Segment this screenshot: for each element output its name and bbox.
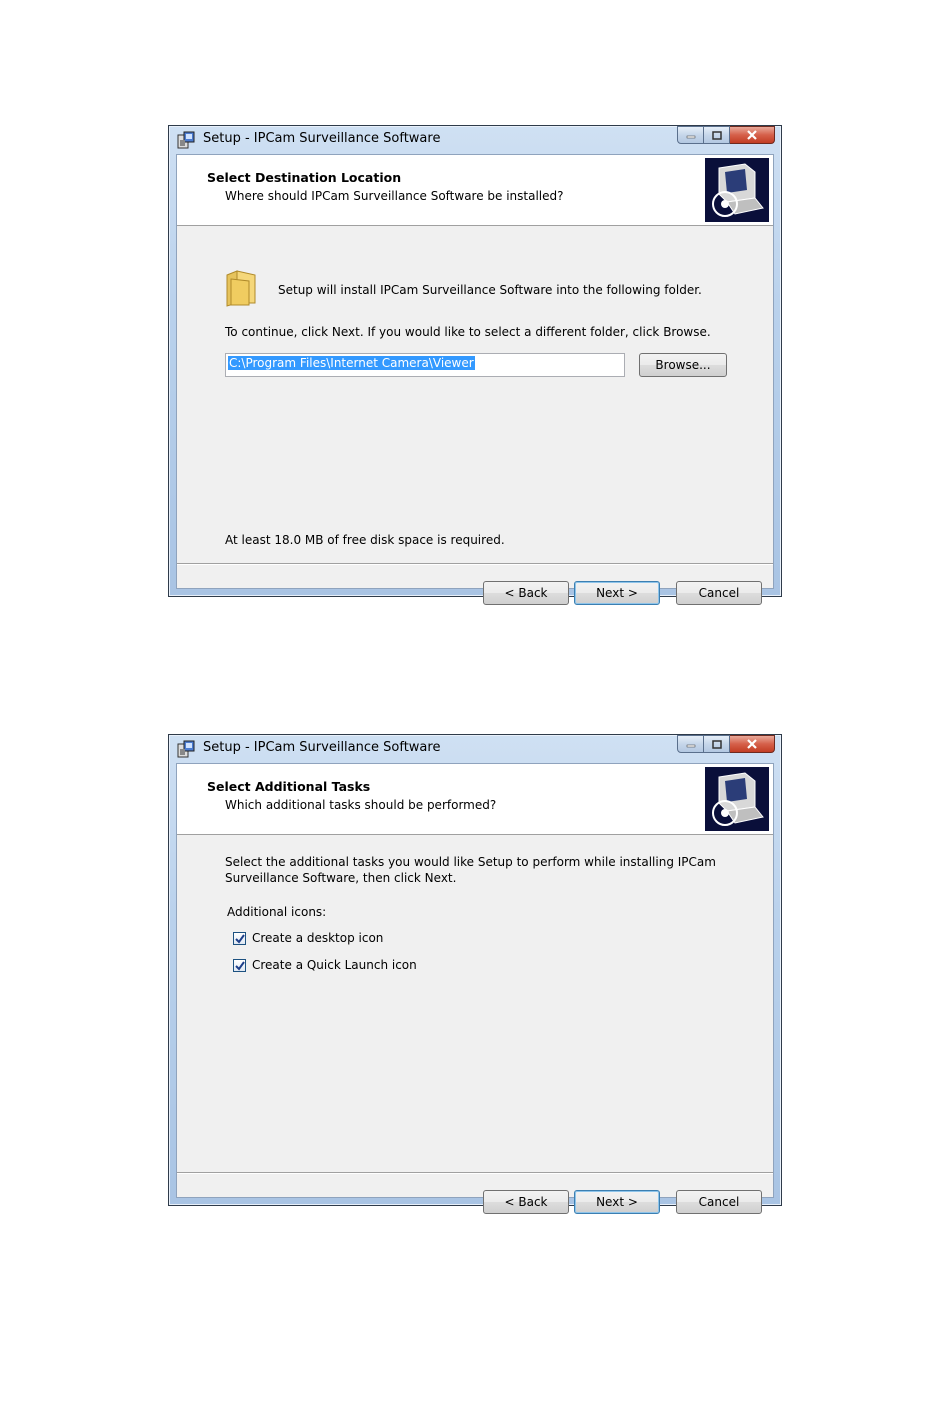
- minimize-button[interactable]: [677, 126, 704, 144]
- back-button[interactable]: < Back: [483, 581, 569, 605]
- quick-launch-icon-label[interactable]: Create a Quick Launch icon: [252, 958, 417, 972]
- maximize-button[interactable]: [704, 126, 730, 144]
- close-button[interactable]: [730, 735, 775, 753]
- dialog-body: Select Additional Tasks Which additional…: [176, 763, 774, 1214]
- next-button[interactable]: Next >: [574, 581, 660, 605]
- wizard-header: Select Additional Tasks Which additional…: [177, 764, 773, 835]
- window-title: Setup - IPCam Surveillance Software: [203, 740, 441, 755]
- folder-icon: [226, 270, 256, 307]
- page-title: Select Additional Tasks: [207, 779, 371, 794]
- cancel-button[interactable]: Cancel: [676, 1190, 762, 1214]
- browse-button[interactable]: Browse...: [639, 353, 727, 377]
- additional-icons-heading: Additional icons:: [227, 905, 327, 919]
- caption-buttons: [677, 126, 775, 145]
- installer-icon: [177, 740, 195, 758]
- minimize-button[interactable]: [677, 735, 704, 753]
- maximize-icon: [711, 739, 722, 749]
- minimize-icon: [686, 744, 695, 748]
- computer-disc-icon: [705, 767, 769, 831]
- page-subtitle: Where should IPCam Surveillance Software…: [225, 189, 564, 203]
- setup-window-destination: Setup - IPCam Surveillance Software Sele…: [168, 125, 782, 605]
- back-button[interactable]: < Back: [483, 1190, 569, 1214]
- close-icon: [747, 130, 757, 140]
- window-title: Setup - IPCam Surveillance Software: [203, 131, 441, 146]
- cancel-button[interactable]: Cancel: [676, 581, 762, 605]
- close-button[interactable]: [730, 126, 775, 144]
- close-icon: [747, 739, 757, 749]
- tasks-intro-line-2: Surveillance Software, then click Next.: [225, 871, 457, 885]
- minimize-icon: [686, 135, 695, 139]
- page-subtitle: Which additional tasks should be perform…: [225, 798, 497, 812]
- continue-instructions: To continue, click Next. If you would li…: [225, 325, 711, 339]
- maximize-icon: [711, 130, 722, 140]
- checkmark-icon: [234, 933, 245, 944]
- maximize-button[interactable]: [704, 735, 730, 753]
- dialog-body: Select Destination Location Where should…: [176, 154, 774, 605]
- quick-launch-icon-checkbox[interactable]: [233, 959, 246, 972]
- disk-space-note: At least 18.0 MB of free disk space is r…: [225, 533, 505, 547]
- install-description: Setup will install IPCam Surveillance So…: [278, 283, 702, 297]
- title-bar[interactable]: Setup - IPCam Surveillance Software: [169, 126, 781, 154]
- desktop-icon-checkbox[interactable]: [233, 932, 246, 945]
- setup-window-tasks: Setup - IPCam Surveillance Software Sele…: [168, 734, 782, 1214]
- desktop-icon-label[interactable]: Create a desktop icon: [252, 931, 383, 945]
- caption-buttons: [677, 735, 775, 754]
- next-button[interactable]: Next >: [574, 1190, 660, 1214]
- footer-divider: [177, 1172, 773, 1174]
- tasks-intro-line-1: Select the additional tasks you would li…: [225, 855, 716, 869]
- title-bar[interactable]: Setup - IPCam Surveillance Software: [169, 735, 781, 763]
- wizard-header: Select Destination Location Where should…: [177, 155, 773, 226]
- computer-disc-icon: [705, 158, 769, 222]
- checkmark-icon: [234, 960, 245, 971]
- selected-path-text: C:\Program Files\Internet Camera\Viewer: [228, 356, 475, 370]
- page-title: Select Destination Location: [207, 170, 402, 185]
- footer-divider: [177, 563, 773, 565]
- installer-icon: [177, 131, 195, 149]
- destination-path-input[interactable]: C:\Program Files\Internet Camera\Viewer: [225, 353, 625, 377]
